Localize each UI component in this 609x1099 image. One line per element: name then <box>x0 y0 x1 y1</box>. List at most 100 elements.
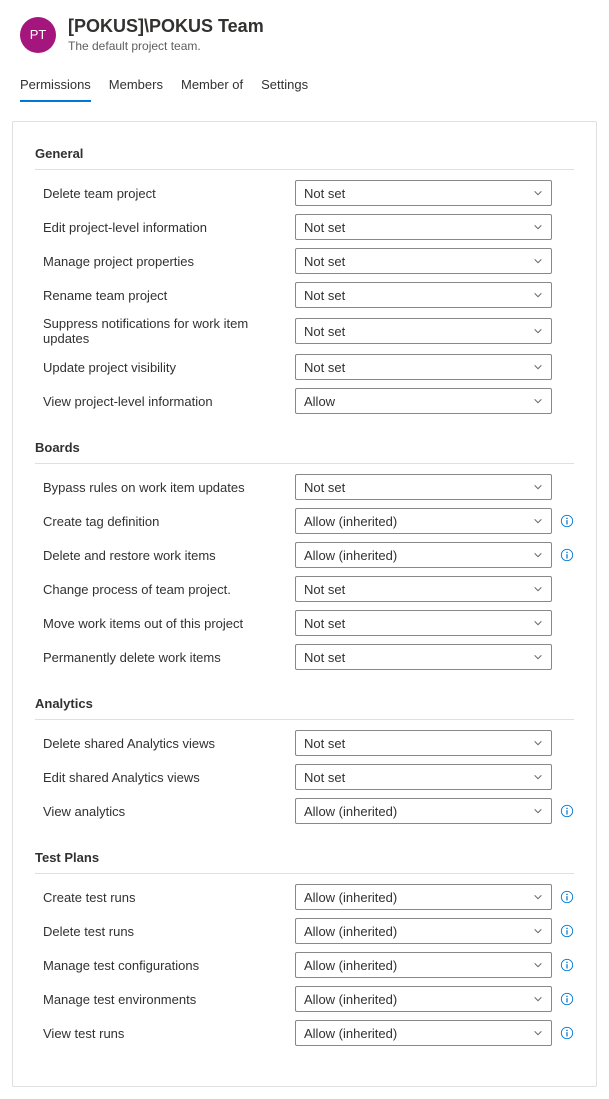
dropdown-bypass-rules[interactable]: Not set <box>295 474 552 500</box>
control-manage-test-environments: Allow (inherited) <box>295 986 574 1012</box>
dropdown-delete-restore-work-items[interactable]: Allow (inherited) <box>295 542 552 568</box>
label-permanently-delete-work-items: Permanently delete work items <box>35 650 287 665</box>
row-move-work-items-out: Move work items out of this project Not … <box>35 606 574 640</box>
info-icon[interactable] <box>560 548 574 562</box>
label-suppress-notifications: Suppress notifications for work item upd… <box>35 316 287 346</box>
chevron-down-icon <box>533 326 543 336</box>
label-view-analytics: View analytics <box>35 804 287 819</box>
chevron-down-icon <box>533 960 543 970</box>
row-permanently-delete-work-items: Permanently delete work items Not set <box>35 640 574 674</box>
row-create-test-runs: Create test runs Allow (inherited) <box>35 880 574 914</box>
section-boards: Boards Bypass rules on work item updates… <box>35 434 574 674</box>
dropdown-delete-shared-analytics[interactable]: Not set <box>295 730 552 756</box>
label-delete-test-runs: Delete test runs <box>35 924 287 939</box>
chevron-down-icon <box>533 362 543 372</box>
control-create-tag-definition: Allow (inherited) <box>295 508 574 534</box>
info-icon[interactable] <box>560 924 574 938</box>
row-edit-project-level-info: Edit project-level information Not set <box>35 210 574 244</box>
dropdown-manage-project-properties[interactable]: Not set <box>295 248 552 274</box>
label-move-work-items-out: Move work items out of this project <box>35 616 287 631</box>
dropdown-value: Not set <box>304 736 345 751</box>
dropdown-rename-team-project[interactable]: Not set <box>295 282 552 308</box>
chevron-down-icon <box>533 994 543 1004</box>
tab-permissions[interactable]: Permissions <box>20 71 91 102</box>
dropdown-value: Allow (inherited) <box>304 804 397 819</box>
chevron-down-icon <box>533 738 543 748</box>
dropdown-permanently-delete-work-items[interactable]: Not set <box>295 644 552 670</box>
avatar: PT <box>20 17 56 53</box>
label-create-test-runs: Create test runs <box>35 890 287 905</box>
dropdown-view-test-runs[interactable]: Allow (inherited) <box>295 1020 552 1046</box>
dropdown-view-project-level-info[interactable]: Allow <box>295 388 552 414</box>
label-bypass-rules: Bypass rules on work item updates <box>35 480 287 495</box>
control-view-test-runs: Allow (inherited) <box>295 1020 574 1046</box>
label-update-project-visibility: Update project visibility <box>35 360 287 375</box>
control-edit-shared-analytics: Not set <box>295 764 574 790</box>
section-title-analytics: Analytics <box>35 690 574 720</box>
page-subtitle: The default project team. <box>68 39 264 53</box>
chevron-down-icon <box>533 618 543 628</box>
tab-member-of[interactable]: Member of <box>181 71 243 102</box>
dropdown-manage-test-environments[interactable]: Allow (inherited) <box>295 986 552 1012</box>
control-delete-team-project: Not set <box>295 180 574 206</box>
dropdown-edit-shared-analytics[interactable]: Not set <box>295 764 552 790</box>
dropdown-value: Allow (inherited) <box>304 1026 397 1041</box>
info-icon[interactable] <box>560 514 574 528</box>
section-title-general: General <box>35 140 574 170</box>
row-edit-shared-analytics: Edit shared Analytics views Not set <box>35 760 574 794</box>
label-edit-project-level-info: Edit project-level information <box>35 220 287 235</box>
dropdown-value: Allow (inherited) <box>304 958 397 973</box>
dropdown-create-tag-definition[interactable]: Allow (inherited) <box>295 508 552 534</box>
control-suppress-notifications: Not set <box>295 318 574 344</box>
label-rename-team-project: Rename team project <box>35 288 287 303</box>
section-title-test-plans: Test Plans <box>35 844 574 874</box>
info-icon[interactable] <box>560 804 574 818</box>
chevron-down-icon <box>533 652 543 662</box>
dropdown-suppress-notifications[interactable]: Not set <box>295 318 552 344</box>
dropdown-value: Allow (inherited) <box>304 924 397 939</box>
chevron-down-icon <box>533 222 543 232</box>
info-icon[interactable] <box>560 958 574 972</box>
chevron-down-icon <box>533 1028 543 1038</box>
dropdown-change-process[interactable]: Not set <box>295 576 552 602</box>
dropdown-create-test-runs[interactable]: Allow (inherited) <box>295 884 552 910</box>
dropdown-manage-test-configurations[interactable]: Allow (inherited) <box>295 952 552 978</box>
permissions-panel: General Delete team project Not set Edit… <box>12 121 597 1087</box>
tabs: Permissions Members Member of Settings <box>0 61 609 103</box>
row-delete-restore-work-items: Delete and restore work items Allow (inh… <box>35 538 574 572</box>
dropdown-value: Not set <box>304 186 345 201</box>
label-delete-restore-work-items: Delete and restore work items <box>35 548 287 563</box>
row-view-analytics: View analytics Allow (inherited) <box>35 794 574 828</box>
info-icon[interactable] <box>560 992 574 1006</box>
dropdown-move-work-items-out[interactable]: Not set <box>295 610 552 636</box>
chevron-down-icon <box>533 584 543 594</box>
row-delete-test-runs: Delete test runs Allow (inherited) <box>35 914 574 948</box>
title-block: [POKUS]\POKUS Team The default project t… <box>68 16 264 53</box>
row-bypass-rules: Bypass rules on work item updates Not se… <box>35 470 574 504</box>
row-rename-team-project: Rename team project Not set <box>35 278 574 312</box>
chevron-down-icon <box>533 926 543 936</box>
control-change-process: Not set <box>295 576 574 602</box>
page-title: [POKUS]\POKUS Team <box>68 16 264 37</box>
control-manage-project-properties: Not set <box>295 248 574 274</box>
row-change-process: Change process of team project. Not set <box>35 572 574 606</box>
dropdown-view-analytics[interactable]: Allow (inherited) <box>295 798 552 824</box>
info-icon[interactable] <box>560 1026 574 1040</box>
tab-members[interactable]: Members <box>109 71 163 102</box>
dropdown-value: Allow (inherited) <box>304 992 397 1007</box>
label-manage-project-properties: Manage project properties <box>35 254 287 269</box>
control-delete-restore-work-items: Allow (inherited) <box>295 542 574 568</box>
info-icon[interactable] <box>560 890 574 904</box>
control-edit-project-level-info: Not set <box>295 214 574 240</box>
dropdown-update-project-visibility[interactable]: Not set <box>295 354 552 380</box>
control-bypass-rules: Not set <box>295 474 574 500</box>
dropdown-edit-project-level-info[interactable]: Not set <box>295 214 552 240</box>
dropdown-delete-team-project[interactable]: Not set <box>295 180 552 206</box>
chevron-down-icon <box>533 516 543 526</box>
label-delete-team-project: Delete team project <box>35 186 287 201</box>
dropdown-value: Allow (inherited) <box>304 548 397 563</box>
dropdown-value: Allow (inherited) <box>304 514 397 529</box>
tab-settings[interactable]: Settings <box>261 71 308 102</box>
dropdown-value: Not set <box>304 360 345 375</box>
section-test-plans: Test Plans Create test runs Allow (inher… <box>35 844 574 1050</box>
